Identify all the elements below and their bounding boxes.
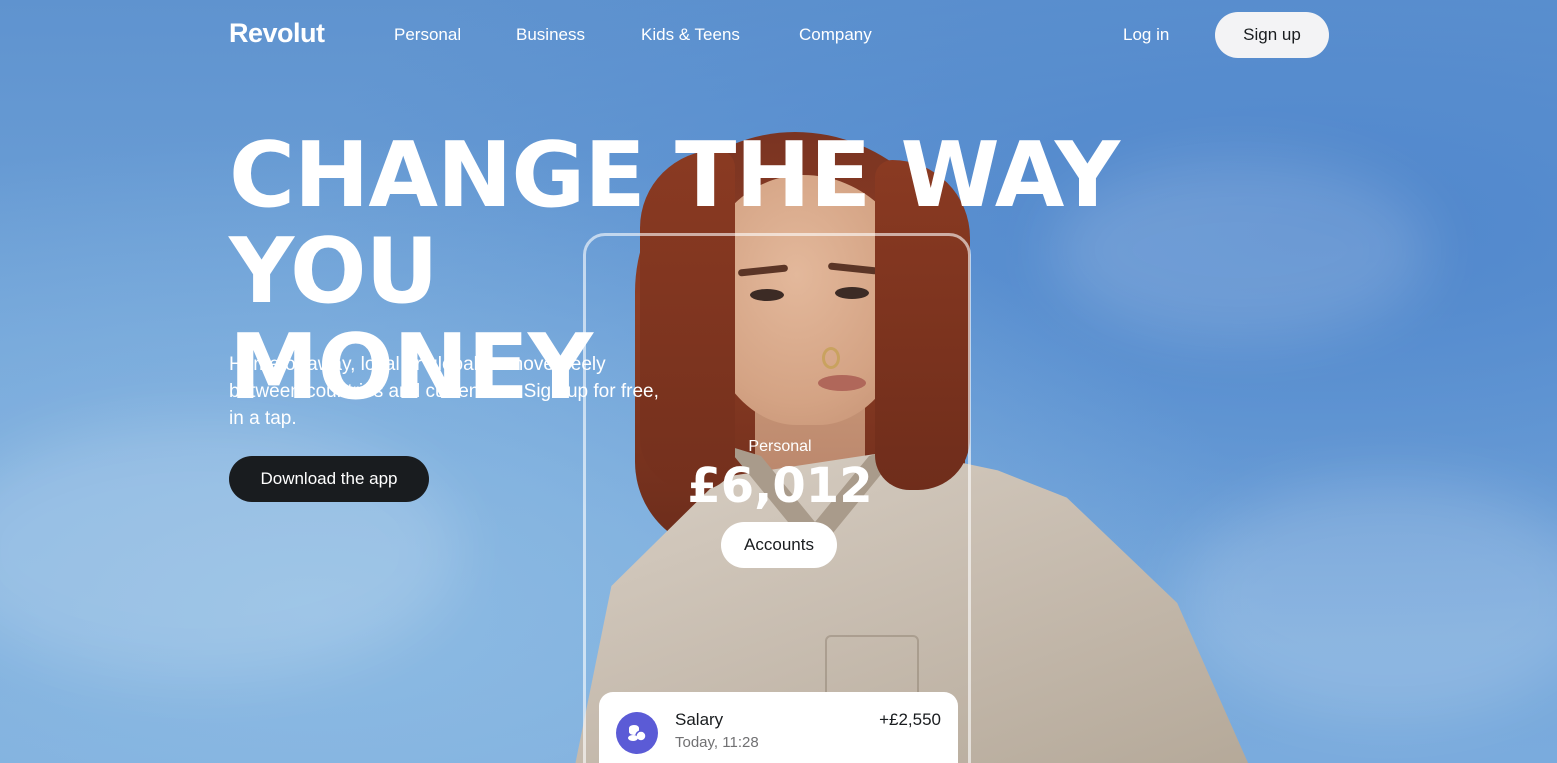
top-nav: Revolut Personal Business Kids & Teens C… xyxy=(0,0,1557,72)
nav-link-personal[interactable]: Personal xyxy=(394,25,461,45)
transaction-amount: +£2,550 xyxy=(879,710,941,729)
account-balance: £6,012 xyxy=(687,458,873,514)
nav-link-kids-teens[interactable]: Kids & Teens xyxy=(641,25,740,45)
accounts-button[interactable]: Accounts xyxy=(721,522,837,568)
coins-icon xyxy=(616,712,658,754)
login-link[interactable]: Log in xyxy=(1123,25,1169,45)
nav-link-company[interactable]: Company xyxy=(799,25,872,45)
transaction-title: Salary xyxy=(675,710,724,729)
revolut-logo[interactable]: Revolut xyxy=(229,18,325,49)
headline-line-1: CHANGE THE WAY YOU xyxy=(229,123,1120,324)
download-app-button[interactable]: Download the app xyxy=(229,456,429,502)
account-label: Personal xyxy=(748,438,812,455)
transaction-card[interactable]: Salary Today, 11:28 +£2,550 xyxy=(599,692,958,763)
signup-button[interactable]: Sign up xyxy=(1215,12,1329,58)
transaction-time: Today, 11:28 xyxy=(675,734,759,751)
hero-subtext: Home or away, local or global — move fre… xyxy=(229,354,659,429)
nav-link-business[interactable]: Business xyxy=(516,25,585,45)
hero-page: Revolut Personal Business Kids & Teens C… xyxy=(0,0,1557,763)
